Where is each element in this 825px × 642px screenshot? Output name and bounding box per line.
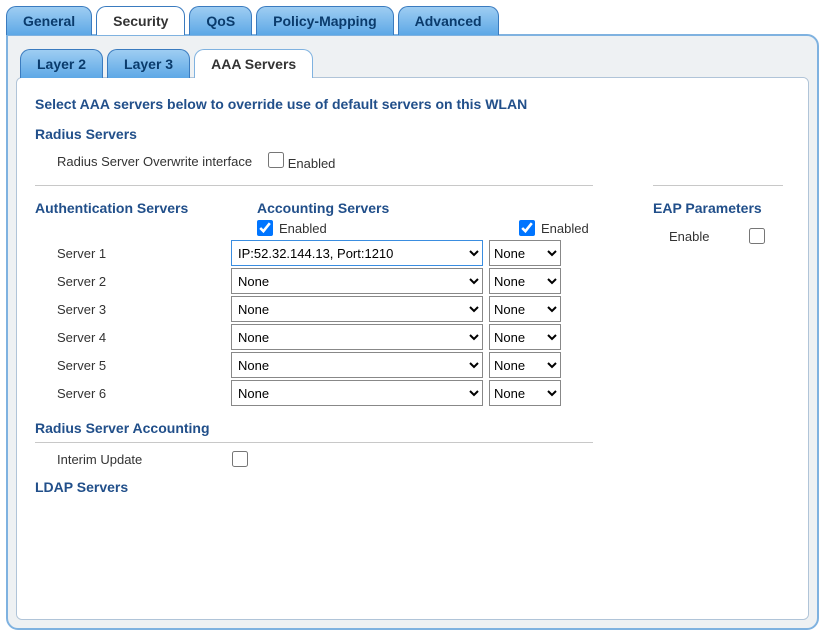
eap-enable-label: Enable xyxy=(669,229,709,244)
tab-security[interactable]: Security xyxy=(96,6,185,35)
heading-auth-servers: Authentication Servers xyxy=(35,200,257,216)
server-2-label: Server 2 xyxy=(35,274,225,289)
server-1-acct-select[interactable]: None xyxy=(489,240,561,266)
server-1-label: Server 1 xyxy=(35,246,225,261)
server-row-3: Server 3 None None xyxy=(35,296,593,322)
heading-radius-servers: Radius Servers xyxy=(35,126,790,142)
servers-block: Authentication Servers Accounting Server… xyxy=(35,200,593,505)
interim-update-row: Interim Update xyxy=(57,451,593,467)
tab-layer2[interactable]: Layer 2 xyxy=(20,49,103,78)
eap-enable-checkbox[interactable] xyxy=(749,228,765,244)
server-2-acct-select[interactable]: None xyxy=(489,268,561,294)
server-5-label: Server 5 xyxy=(35,358,225,373)
server-row-6: Server 6 None None xyxy=(35,380,593,406)
interim-update-checkbox[interactable] xyxy=(232,451,248,467)
aaa-content: Select AAA servers below to override use… xyxy=(16,77,809,620)
server-row-1: Server 1 IP:52.32.144.13, Port:1210 None xyxy=(35,240,593,266)
rso-enabled-checkbox[interactable] xyxy=(268,152,284,168)
server-5-auth-select[interactable]: None xyxy=(231,352,483,378)
server-row-2: Server 2 None None xyxy=(35,268,593,294)
tab-layer3[interactable]: Layer 3 xyxy=(107,49,190,78)
top-tab-bar: General Security QoS Policy-Mapping Adva… xyxy=(0,0,825,35)
server-4-acct-select[interactable]: None xyxy=(489,324,561,350)
tab-qos[interactable]: QoS xyxy=(189,6,252,35)
divider xyxy=(35,442,593,443)
acct-enabled-label: Enabled xyxy=(541,221,589,236)
server-6-acct-select[interactable]: None xyxy=(489,380,561,406)
divider xyxy=(653,185,783,186)
server-row-5: Server 5 None None xyxy=(35,352,593,378)
eap-block: EAP Parameters Enable xyxy=(653,200,803,244)
tab-general[interactable]: General xyxy=(6,6,92,35)
interim-update-label: Interim Update xyxy=(57,452,142,467)
rso-row: Radius Server Overwrite interface Enable… xyxy=(57,152,790,171)
tab-policy-mapping[interactable]: Policy-Mapping xyxy=(256,6,393,35)
server-6-label: Server 6 xyxy=(35,386,225,401)
sub-tab-bar: Layer 2 Layer 3 AAA Servers xyxy=(8,49,817,78)
server-2-auth-select[interactable]: None xyxy=(231,268,483,294)
server-1-auth-select[interactable]: IP:52.32.144.13, Port:1210 xyxy=(231,240,483,266)
server-3-auth-select[interactable]: None xyxy=(231,296,483,322)
heading-ldap-servers: LDAP Servers xyxy=(35,479,593,495)
divider xyxy=(35,185,593,186)
server-3-label: Server 3 xyxy=(35,302,225,317)
auth-enabled-checkbox[interactable] xyxy=(257,220,273,236)
auth-enabled-label: Enabled xyxy=(279,221,327,236)
rso-enabled-label: Enabled xyxy=(288,156,336,171)
server-6-auth-select[interactable]: None xyxy=(231,380,483,406)
security-panel: Layer 2 Layer 3 AAA Servers Select AAA s… xyxy=(6,34,819,630)
acct-enabled-checkbox[interactable] xyxy=(519,220,535,236)
servers-and-eap: Authentication Servers Accounting Server… xyxy=(35,200,790,505)
server-4-auth-select[interactable]: None xyxy=(231,324,483,350)
heading-eap-params: EAP Parameters xyxy=(653,200,803,216)
server-5-acct-select[interactable]: None xyxy=(489,352,561,378)
instruction-text: Select AAA servers below to override use… xyxy=(35,96,790,112)
tab-aaa-servers[interactable]: AAA Servers xyxy=(194,49,313,78)
server-row-4: Server 4 None None xyxy=(35,324,593,350)
server-4-label: Server 4 xyxy=(35,330,225,345)
rso-label: Radius Server Overwrite interface xyxy=(57,154,252,169)
tab-advanced[interactable]: Advanced xyxy=(398,6,499,35)
server-3-acct-select[interactable]: None xyxy=(489,296,561,322)
heading-acct-servers: Accounting Servers xyxy=(257,200,593,216)
heading-radius-server-accounting: Radius Server Accounting xyxy=(35,420,593,436)
